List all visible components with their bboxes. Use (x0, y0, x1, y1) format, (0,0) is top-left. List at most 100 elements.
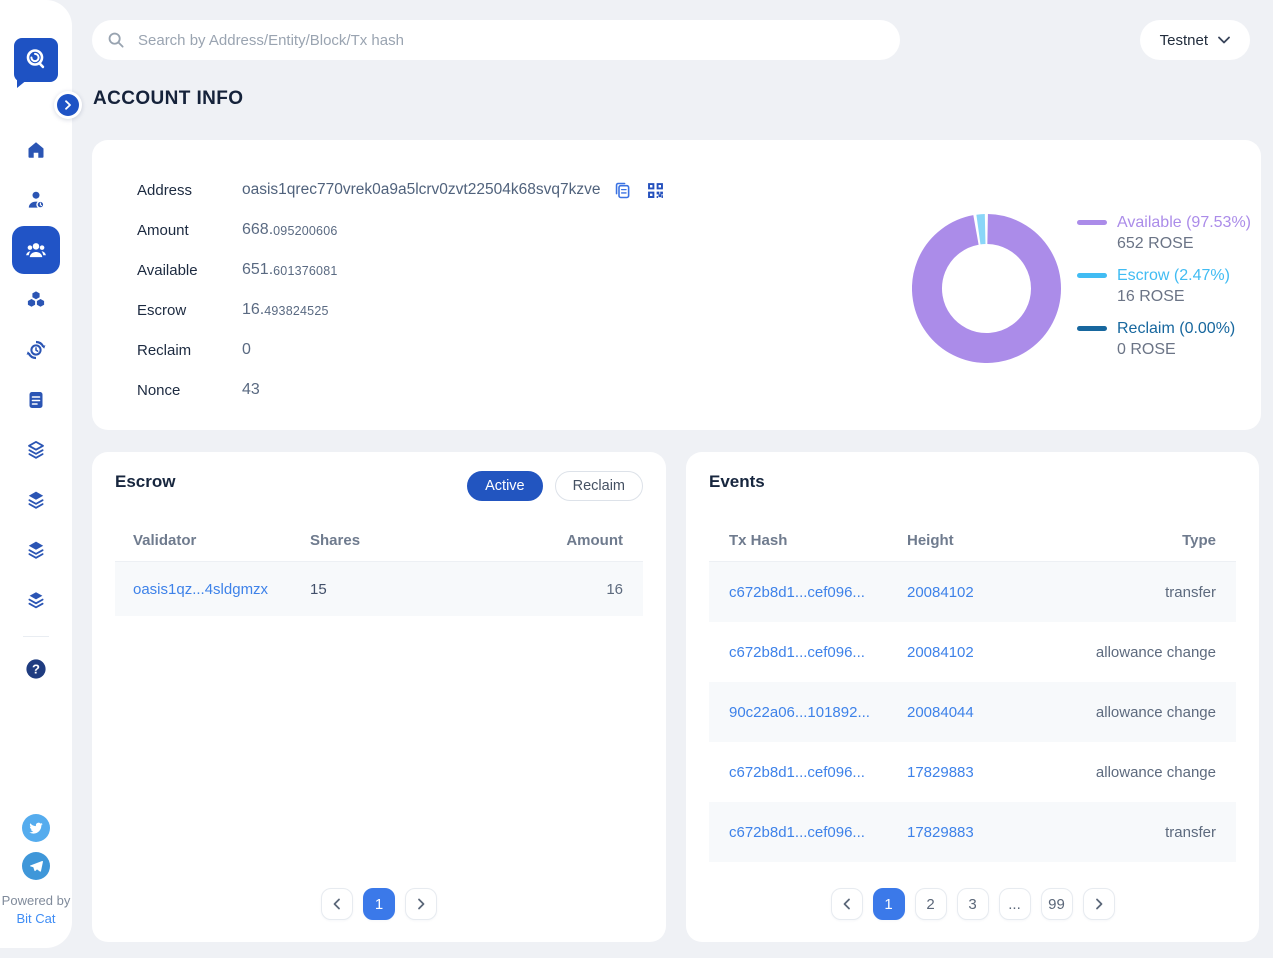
page-ellipsis[interactable]: ... (999, 888, 1031, 920)
height-link[interactable]: 17829883 (907, 824, 974, 841)
legend-item-available[interactable]: Available (97.53%) 652 ROSE (1077, 213, 1251, 253)
page-title: ACCOUNT INFO (93, 88, 243, 110)
bitcat-link[interactable]: Bit Cat (16, 911, 55, 926)
tab-active[interactable]: Active (467, 471, 543, 501)
escrow-pagination: 1 (92, 888, 666, 920)
escrow-table-header: ValidatorSharesAmount (115, 520, 643, 562)
search-icon (106, 30, 126, 50)
legend-swatch-escrow (1077, 273, 1107, 278)
app-logo[interactable] (14, 38, 58, 82)
table-row: c672b8d1...cef096... 20084102 transfer (709, 562, 1236, 622)
tx-hash-link[interactable]: c672b8d1...cef096... (729, 764, 865, 781)
escrow-row: Escrow 16.493824525 (137, 290, 666, 330)
sidebar-item-paratime-4[interactable] (12, 576, 60, 624)
height-link[interactable]: 20084044 (907, 704, 974, 721)
nonce-value: 43 (242, 381, 260, 399)
sidebar-item-accounts[interactable] (12, 226, 60, 274)
sidebar-expand-button[interactable] (54, 91, 82, 119)
search-bar (92, 20, 900, 60)
sidebar-item-transactions[interactable] (12, 326, 60, 374)
column-header: Validator (115, 532, 310, 549)
blocks-icon (24, 288, 48, 312)
prev-page-button[interactable] (831, 888, 863, 920)
nonce-row: Nonce 43 (137, 370, 666, 410)
page-button[interactable]: 1 (363, 888, 395, 920)
legend-item-reclaim[interactable]: Reclaim (0.00%) 0 ROSE (1077, 319, 1251, 359)
sidebar-item-paratime-2[interactable] (12, 476, 60, 524)
copy-address-button[interactable] (612, 180, 633, 201)
page-button[interactable]: 2 (915, 888, 947, 920)
sidebar-item-proposals[interactable] (12, 376, 60, 424)
tx-hash-link[interactable]: c672b8d1...cef096... (729, 584, 865, 601)
svg-text:?: ? (32, 661, 40, 676)
chevron-right-icon (64, 100, 72, 110)
available-row: Available 651.601376081 (137, 250, 666, 290)
legend-value-reclaim: 0 ROSE (1117, 341, 1251, 359)
events-table: Tx HashHeightType c672b8d1...cef096...20… (709, 520, 1236, 862)
twitter-icon (28, 820, 44, 836)
escrow-panel: Escrow Active Reclaim ValidatorSharesAmo… (92, 452, 666, 942)
table-row: c672b8d1...cef096... 17829883 allowance ch… (709, 742, 1236, 802)
page-button[interactable]: 3 (957, 888, 989, 920)
sidebar-item-home[interactable] (12, 126, 60, 174)
sidebar: ? Powered by Bit Cat (0, 0, 72, 948)
tx-hash-link[interactable]: c672b8d1...cef096... (729, 644, 865, 661)
search-input[interactable] (136, 31, 886, 50)
height-link[interactable]: 17829883 (907, 764, 974, 781)
escrow-table-body: oasis1qz...4sldgmzx1516 (115, 562, 643, 616)
event-type: allowance change (1096, 764, 1236, 781)
escrow-tabs: Active Reclaim (467, 471, 643, 501)
address-row: Address oasis1qrec770vrek0a9a5lcrv0zvt22… (137, 170, 666, 210)
next-page-button[interactable] (405, 888, 437, 920)
legend-label-available: Available (97.53%) (1117, 214, 1251, 232)
sidebar-item-paratime-3[interactable] (12, 526, 60, 574)
sidebar-item-help[interactable]: ? (12, 649, 60, 689)
legend-swatch-reclaim (1077, 326, 1107, 331)
sidebar-item-paratime-1[interactable] (12, 426, 60, 474)
validator-link[interactable]: oasis1qz...4sldgmzx (133, 581, 268, 598)
chevron-left-icon (332, 898, 342, 910)
page-button[interactable]: 1 (873, 888, 905, 920)
chevron-right-icon (416, 898, 426, 910)
legend-label-escrow: Escrow (2.47%) (1117, 267, 1230, 285)
column-header: Shares (310, 532, 566, 549)
twitter-link[interactable] (22, 814, 50, 842)
network-selector[interactable]: Testnet (1140, 20, 1250, 60)
chevron-down-icon (1218, 36, 1230, 44)
paratime-icon-3 (24, 538, 48, 562)
amount-value: 668. (242, 221, 273, 239)
event-type: transfer (1165, 824, 1236, 841)
show-qr-button[interactable] (645, 180, 666, 201)
height-link[interactable]: 20084102 (907, 584, 974, 601)
event-type: transfer (1165, 584, 1236, 601)
accounts-icon (23, 237, 49, 263)
tx-hash-link[interactable]: c672b8d1...cef096... (729, 824, 865, 841)
available-fraction: 601376081 (273, 264, 337, 278)
sidebar-item-blocks[interactable] (12, 276, 60, 324)
column-header: Type (1182, 532, 1236, 549)
account-info-card: Address oasis1qrec770vrek0a9a5lcrv0zvt22… (92, 140, 1261, 430)
height-link[interactable]: 20084102 (907, 644, 974, 661)
legend-label-reclaim: Reclaim (0.00%) (1117, 320, 1235, 338)
telegram-link[interactable] (22, 852, 50, 880)
escrow-table: ValidatorSharesAmount oasis1qz...4sldgmz… (115, 520, 643, 616)
amount-value: 16 (606, 581, 643, 598)
oasisscan-logo-icon (21, 45, 51, 75)
tab-reclaim[interactable]: Reclaim (555, 471, 643, 501)
reclaim-value: 0 (242, 341, 251, 359)
page-button[interactable]: 99 (1041, 888, 1073, 920)
tx-hash-link[interactable]: 90c22a06...101892... (729, 704, 870, 721)
telegram-icon (28, 858, 44, 874)
sidebar-item-validators[interactable] (12, 176, 60, 224)
powered-by-label: Powered by (2, 892, 71, 910)
next-page-button[interactable] (1083, 888, 1115, 920)
legend-value-available: 652 ROSE (1117, 235, 1251, 253)
column-header: Amount (566, 532, 643, 549)
table-row: oasis1qz...4sldgmzx1516 (115, 562, 643, 616)
escrow-panel-title: Escrow (115, 472, 175, 492)
legend-item-escrow[interactable]: Escrow (2.47%) 16 ROSE (1077, 266, 1251, 306)
escrow-fraction: 493824525 (264, 304, 328, 318)
amount-fraction: 095200606 (273, 224, 337, 238)
escrow-value: 16. (242, 301, 264, 319)
prev-page-button[interactable] (321, 888, 353, 920)
